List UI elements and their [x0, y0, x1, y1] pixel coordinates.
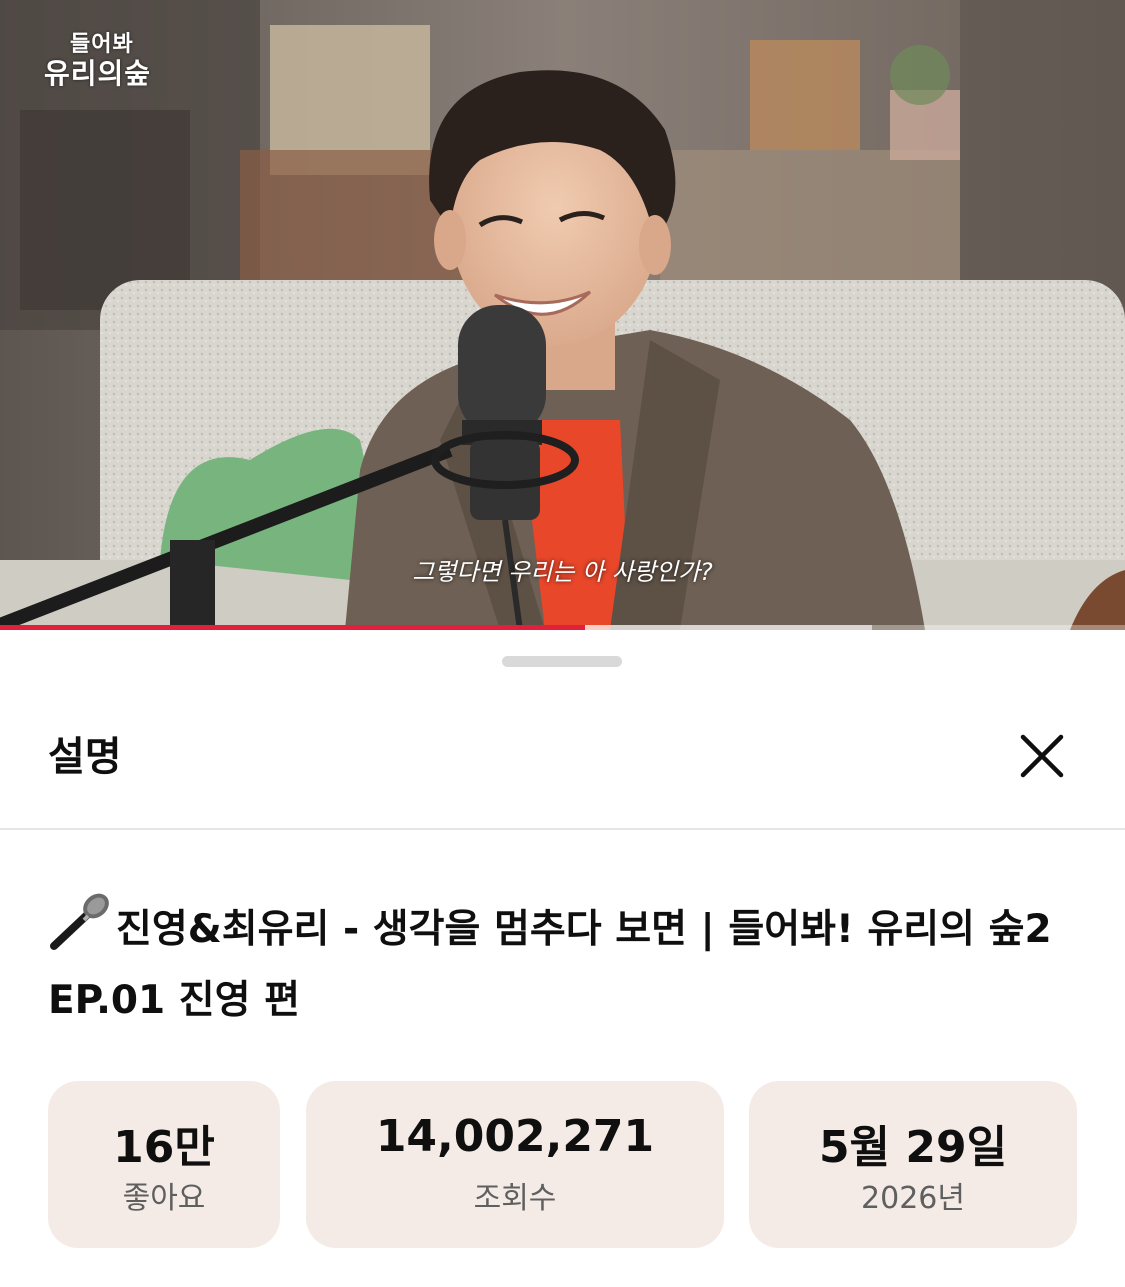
channel-logo: 들어봐 유리의숲	[30, 20, 180, 92]
views-label: 조회수	[473, 1181, 557, 1216]
views-stat: 14,002,271 조회수	[306, 1081, 724, 1248]
video-title: 진영&최유리 - 생각을 멈추다 보면 | 들어봐! 유리의 숲2 EP.01 …	[48, 892, 1078, 1036]
channel-logo-line2: 유리의숲	[44, 57, 152, 90]
close-icon	[1020, 734, 1064, 778]
video-subtitle: 그렇다면 우리는 아 사랑인가?	[412, 558, 713, 586]
likes-label: 좋아요	[122, 1181, 206, 1216]
upload-date-stat: 5월 29일 2026년	[749, 1081, 1077, 1248]
description-sheet: 설명 진영&최유리 - 생각을 멈추다 보면 | 들어봐! 유리의 숲2 EP.…	[0, 630, 1125, 1287]
video-player[interactable]: 들어봐 유리의숲 그렇다면 우리는 아 사랑인가?	[0, 0, 1125, 630]
sheet-title: 설명	[48, 734, 122, 780]
divider	[0, 828, 1125, 830]
upload-year: 2026년	[861, 1181, 965, 1216]
microphone-icon	[50, 893, 109, 950]
video-title-text: 진영&최유리 - 생각을 멈추다 보면 | 들어봐! 유리의 숲2 EP.01 …	[48, 907, 1052, 1023]
views-count: 14,002,271	[375, 1111, 655, 1162]
likes-count: 16만	[113, 1122, 215, 1173]
drag-handle[interactable]	[502, 656, 622, 667]
upload-date: 5월 29일	[818, 1122, 1008, 1173]
video-frame	[0, 0, 1125, 630]
close-button[interactable]	[1012, 726, 1072, 786]
likes-stat: 16만 좋아요	[48, 1081, 280, 1248]
